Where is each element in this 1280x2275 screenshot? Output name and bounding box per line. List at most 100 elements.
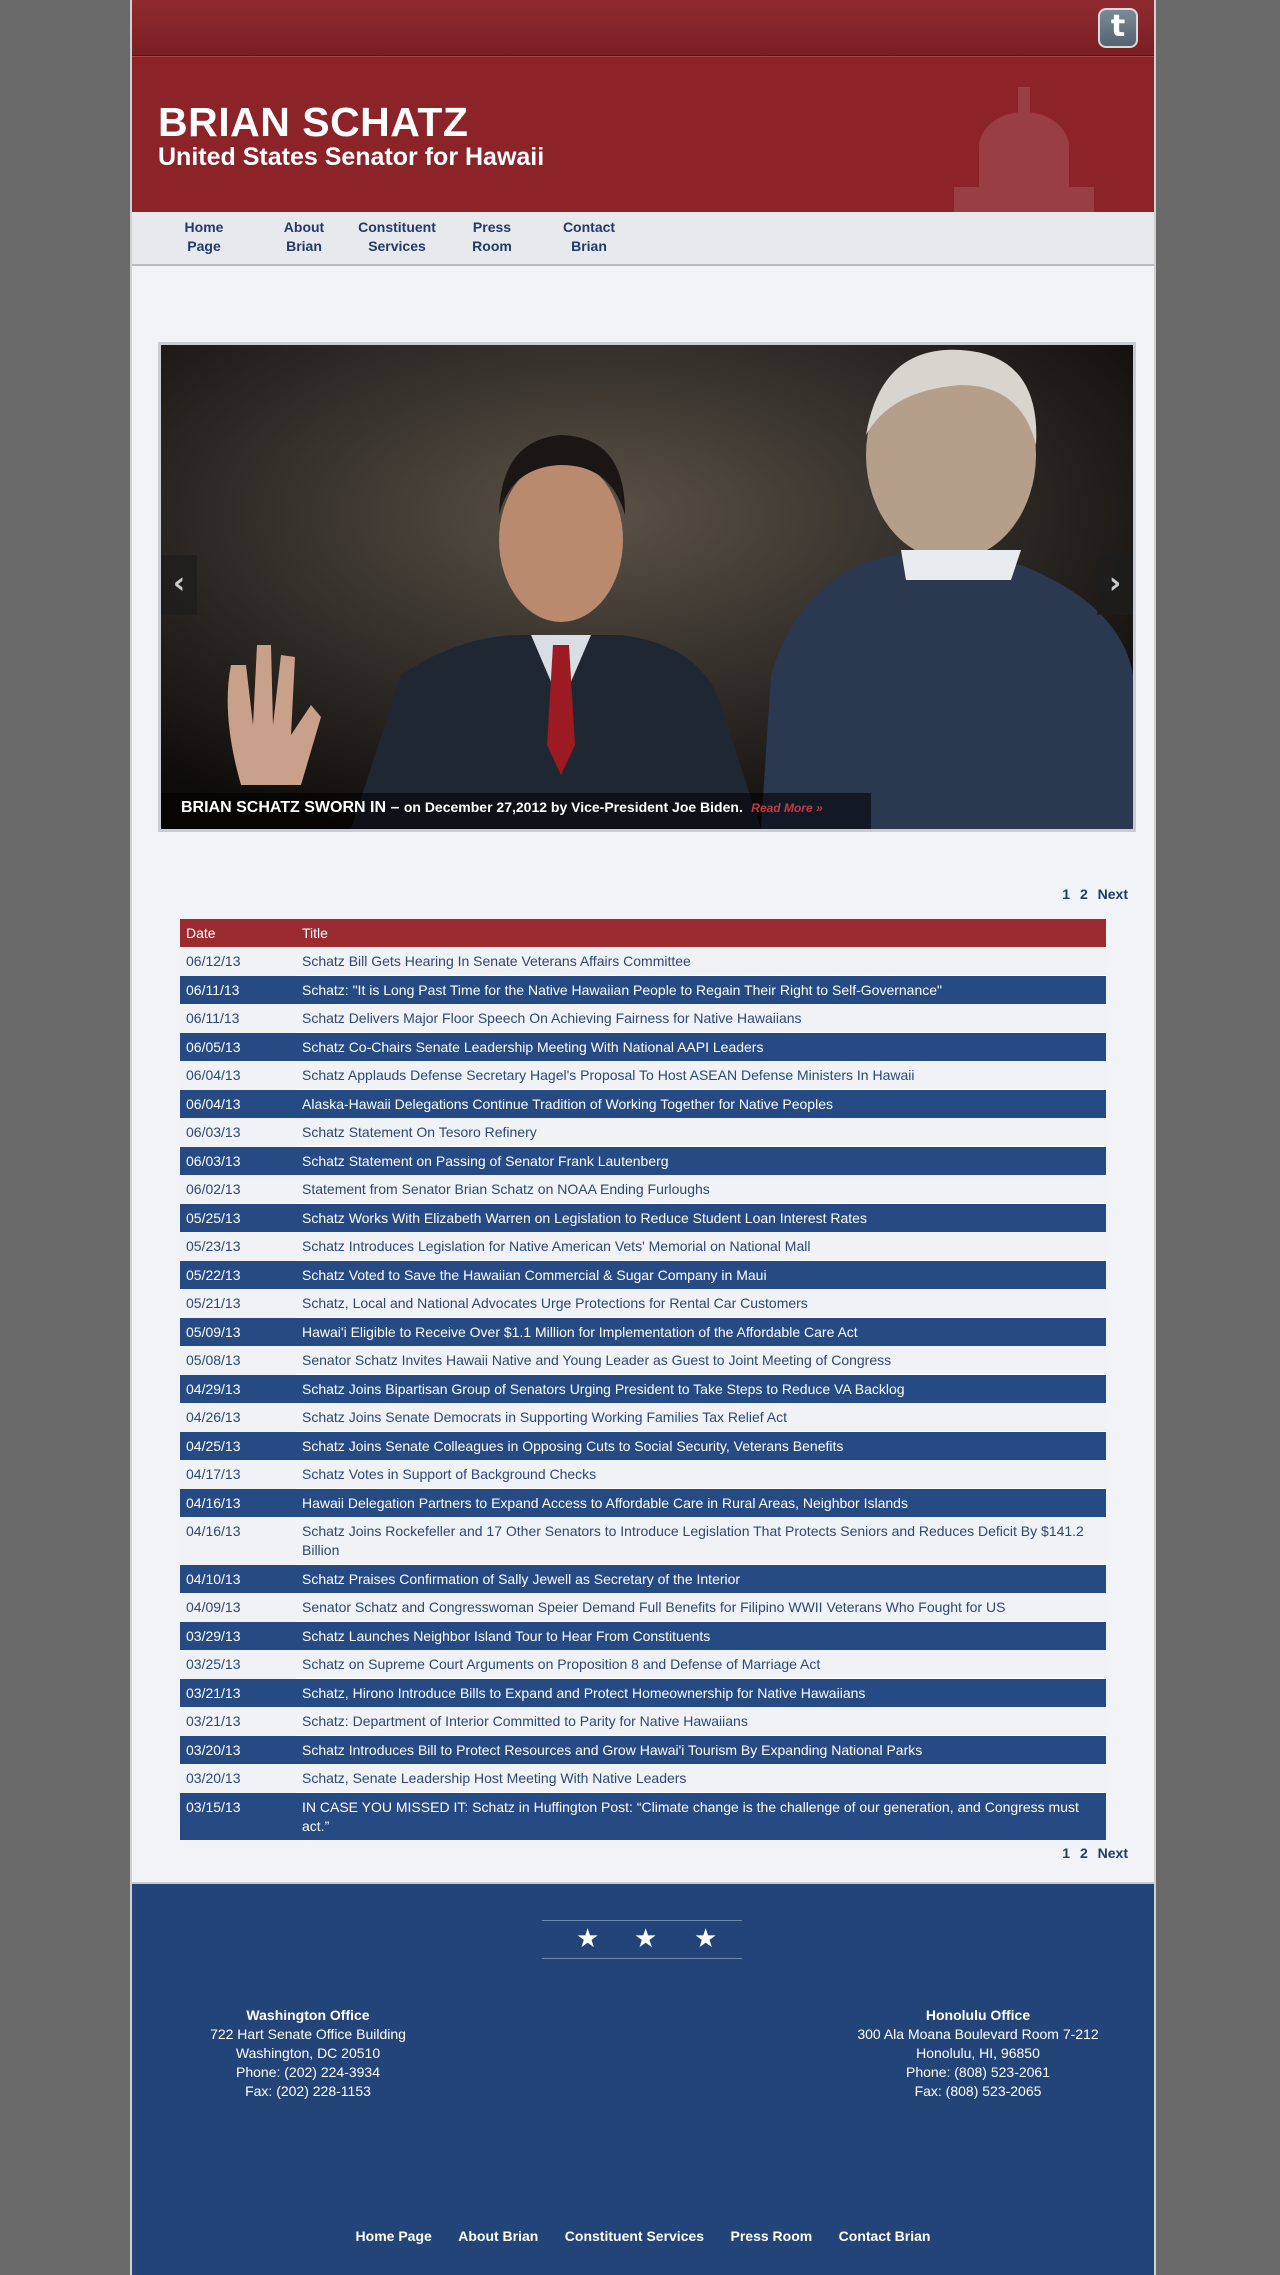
- table-header-row: Date Title: [180, 919, 1106, 947]
- nav-home-page[interactable]: Home Page: [149, 218, 259, 256]
- footer-link-home-page[interactable]: Home Page: [356, 2228, 432, 2244]
- table-row[interactable]: 03/21/13 Schatz: Department of Interior C…: [180, 1707, 1106, 1736]
- row-title-link[interactable]: Schatz Praises Confirmation of Sally Jew…: [296, 1564, 1106, 1593]
- table-row[interactable]: 04/29/13 Schatz Joins Bipartisan Group of…: [180, 1374, 1106, 1403]
- table-row[interactable]: 04/26/13 Schatz Joins Senate Democrats in…: [180, 1403, 1106, 1432]
- row-title-link[interactable]: Schatz Statement On Tesoro Refinery: [296, 1118, 1106, 1147]
- slider-next-button[interactable]: ›: [1097, 555, 1133, 615]
- table-row[interactable]: 05/22/13 Schatz Voted to Save the Hawaiia…: [180, 1260, 1106, 1289]
- next-page-link[interactable]: Next: [1098, 886, 1128, 902]
- row-title-link[interactable]: Schatz Launches Neighbor Island Tour to …: [296, 1621, 1106, 1650]
- nav-contact-brian[interactable]: Contact Brian: [534, 218, 644, 256]
- row-title-link[interactable]: Schatz Joins Senate Democrats in Support…: [296, 1403, 1106, 1432]
- row-title-link[interactable]: Schatz: "It is Long Past Time for the Na…: [296, 975, 1106, 1004]
- row-title-link[interactable]: IN CASE YOU MISSED IT: Schatz in Huffing…: [296, 1792, 1106, 1840]
- row-title-link[interactable]: Schatz Co-Chairs Senate Leadership Meeti…: [296, 1032, 1106, 1061]
- table-row[interactable]: 06/12/13 Schatz Bill Gets Hearing In Sena…: [180, 947, 1106, 976]
- site-title[interactable]: BRIAN SCHATZ: [158, 99, 468, 146]
- pagination-top: 1 2 Next: [1056, 886, 1128, 902]
- page-1-link[interactable]: 1: [1062, 886, 1070, 902]
- page-2-link[interactable]: 2: [1080, 886, 1088, 902]
- page-2-link[interactable]: 2: [1080, 1845, 1088, 1861]
- row-title-link[interactable]: Schatz Voted to Save the Hawaiian Commer…: [296, 1260, 1106, 1289]
- office-fax: Fax: (808) 523-2065: [914, 2083, 1042, 2099]
- table-row[interactable]: 03/25/13 Schatz on Supreme Court Argument…: [180, 1650, 1106, 1679]
- row-title-link[interactable]: Schatz on Supreme Court Arguments on Pro…: [296, 1650, 1106, 1679]
- photo-slider[interactable]: ‹ › BRIAN SCHATZ SWORN IN – on December …: [158, 342, 1136, 832]
- row-title-link[interactable]: Schatz Introduces Bill to Protect Resour…: [296, 1735, 1106, 1764]
- table-row[interactable]: 06/11/13 Schatz Delivers Major Floor Spee…: [180, 1004, 1106, 1033]
- table-row[interactable]: 05/08/13 Senator Schatz Invites Hawaii Na…: [180, 1346, 1106, 1375]
- row-title-link[interactable]: Schatz, Local and National Advocates Urg…: [296, 1289, 1106, 1318]
- footer-link-constituent-services[interactable]: Constituent Services: [565, 2228, 704, 2244]
- table-row[interactable]: 03/20/13 Schatz Introduces Bill to Protec…: [180, 1735, 1106, 1764]
- table-row[interactable]: 05/25/13 Schatz Works With Elizabeth Warr…: [180, 1203, 1106, 1232]
- row-title-link[interactable]: Hawaii Delegation Partners to Expand Acc…: [296, 1488, 1106, 1517]
- row-title-link[interactable]: Schatz Applauds Defense Secretary Hagel'…: [296, 1061, 1106, 1090]
- row-title-link[interactable]: Schatz, Senate Leadership Host Meeting W…: [296, 1764, 1106, 1793]
- row-title-link[interactable]: Schatz, Hirono Introduce Bills to Expand…: [296, 1678, 1106, 1707]
- row-title-link[interactable]: Hawai'i Eligible to Receive Over $1.1 Mi…: [296, 1317, 1106, 1346]
- caption-headline: BRIAN SCHATZ SWORN IN –: [181, 799, 400, 816]
- twitter-icon[interactable]: t: [1098, 8, 1138, 48]
- table-row[interactable]: 04/10/13 Schatz Praises Confirmation of S…: [180, 1564, 1106, 1593]
- row-date: 06/02/13: [180, 1175, 296, 1204]
- read-more-link[interactable]: Read More »: [751, 801, 822, 815]
- table-row[interactable]: 06/03/13 Schatz Statement On Tesoro Refin…: [180, 1118, 1106, 1147]
- table-row[interactable]: 03/21/13 Schatz, Hirono Introduce Bills t…: [180, 1678, 1106, 1707]
- row-title-link[interactable]: Schatz Works With Elizabeth Warren on Le…: [296, 1203, 1106, 1232]
- row-title-link[interactable]: Schatz Introduces Legislation for Native…: [296, 1232, 1106, 1261]
- table-row[interactable]: 04/25/13 Schatz Joins Senate Colleagues i…: [180, 1431, 1106, 1460]
- table-row[interactable]: 06/04/13 Schatz Applauds Defense Secretar…: [180, 1061, 1106, 1090]
- row-title-link[interactable]: Schatz Votes in Support of Background Ch…: [296, 1460, 1106, 1489]
- nav-constituent-services[interactable]: Constituent Services: [342, 218, 452, 256]
- table-row[interactable]: 06/04/13 Alaska-Hawaii Delegations Contin…: [180, 1089, 1106, 1118]
- row-title-link[interactable]: Schatz Delivers Major Floor Speech On Ac…: [296, 1004, 1106, 1033]
- row-title-link[interactable]: Schatz Statement on Passing of Senator F…: [296, 1146, 1106, 1175]
- table-row[interactable]: 06/02/13 Statement from Senator Brian Sch…: [180, 1175, 1106, 1204]
- row-title-link[interactable]: Alaska-Hawaii Delegations Continue Tradi…: [296, 1089, 1106, 1118]
- table-row[interactable]: 04/16/13 Hawaii Delegation Partners to Ex…: [180, 1488, 1106, 1517]
- footer-link-about-brian[interactable]: About Brian: [458, 2228, 538, 2244]
- table-row[interactable]: 06/03/13 Schatz Statement on Passing of S…: [180, 1146, 1106, 1175]
- row-title-link[interactable]: Statement from Senator Brian Schatz on N…: [296, 1175, 1106, 1204]
- row-title-link[interactable]: Senator Schatz Invites Hawaii Native and…: [296, 1346, 1106, 1375]
- row-title-link[interactable]: Schatz Joins Senate Colleagues in Opposi…: [296, 1431, 1106, 1460]
- office-address-line: Washington, DC 20510: [235, 2045, 381, 2061]
- table-row[interactable]: 03/15/13 IN CASE YOU MISSED IT: Schatz in…: [180, 1792, 1106, 1840]
- table-row[interactable]: 05/09/13 Hawai'i Eligible to Receive Over…: [180, 1317, 1106, 1346]
- row-title-link[interactable]: Schatz Joins Rockefeller and 17 Other Se…: [296, 1517, 1106, 1565]
- table-row[interactable]: 04/16/13 Schatz Joins Rockefeller and 17 …: [180, 1517, 1106, 1565]
- nav-press-room[interactable]: Press Room: [437, 218, 547, 256]
- row-date: 06/03/13: [180, 1146, 296, 1175]
- table-row[interactable]: 04/17/13 Schatz Votes in Support of Backg…: [180, 1460, 1106, 1489]
- row-title-link[interactable]: Schatz Joins Bipartisan Group of Senator…: [296, 1374, 1106, 1403]
- table-row[interactable]: 03/29/13 Schatz Launches Neighbor Island …: [180, 1621, 1106, 1650]
- nav-label-line: Home: [184, 219, 224, 235]
- star-icon: ★: [694, 1924, 718, 1954]
- office-phone: Phone: (808) 523-2061: [906, 2064, 1050, 2080]
- row-title-link[interactable]: Senator Schatz and Congresswoman Speier …: [296, 1593, 1106, 1622]
- row-date: 03/20/13: [180, 1764, 296, 1793]
- slide-photo[interactable]: [161, 345, 1133, 829]
- row-date: 06/03/13: [180, 1118, 296, 1147]
- table-row[interactable]: 05/23/13 Schatz Introduces Legislation fo…: [180, 1232, 1106, 1261]
- star-icon: ★: [576, 1924, 600, 1954]
- top-bar: t: [132, 0, 1154, 56]
- table-row[interactable]: 06/11/13 Schatz: "It is Long Past Time fo…: [180, 975, 1106, 1004]
- row-title-link[interactable]: Schatz Bill Gets Hearing In Senate Veter…: [296, 947, 1106, 976]
- footer-link-press-room[interactable]: Press Room: [731, 2228, 813, 2244]
- row-title-link[interactable]: Schatz: Department of Interior Committed…: [296, 1707, 1106, 1736]
- office-address-line: 300 Ala Moana Boulevard Room 7-212: [857, 2026, 1099, 2042]
- table-row[interactable]: 03/20/13 Schatz, Senate Leadership Host M…: [180, 1764, 1106, 1793]
- row-date: 04/16/13: [180, 1517, 296, 1565]
- next-page-link[interactable]: Next: [1098, 1845, 1128, 1861]
- table-row[interactable]: 04/09/13 Senator Schatz and Congresswoman…: [180, 1593, 1106, 1622]
- table-row[interactable]: 05/21/13 Schatz, Local and National Advoc…: [180, 1289, 1106, 1318]
- slider-prev-button[interactable]: ‹: [161, 555, 197, 615]
- office-fax: Fax: (202) 228-1153: [245, 2083, 371, 2099]
- page-1-link[interactable]: 1: [1062, 1845, 1070, 1861]
- footer-link-contact-brian[interactable]: Contact Brian: [839, 2228, 931, 2244]
- table-row[interactable]: 06/05/13 Schatz Co-Chairs Senate Leadersh…: [180, 1032, 1106, 1061]
- divider: [542, 1958, 742, 1959]
